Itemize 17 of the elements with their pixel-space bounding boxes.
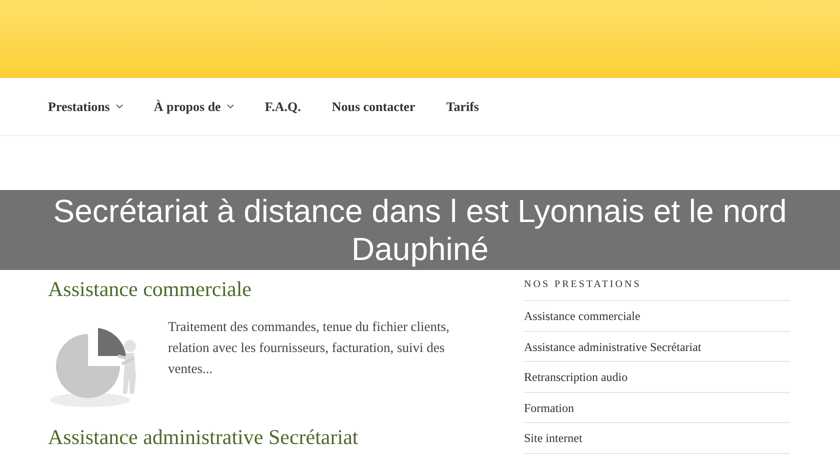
sidebar-link[interactable]: Assistance administrative Secrétariat bbox=[524, 332, 790, 362]
sidebar-link[interactable]: Site internet bbox=[524, 423, 790, 454]
nav-link[interactable]: Tarifs bbox=[446, 96, 479, 116]
post-title[interactable]: Assistance commerciale bbox=[48, 276, 468, 302]
post-title[interactable]: Assistance administrative Secrétariat bbox=[48, 425, 468, 449]
banner-title: Secrétariat à distance dans l est Lyonnais et le nord Dauphiné bbox=[52, 192, 788, 268]
chevron-down-icon bbox=[116, 104, 123, 109]
sidebar-link[interactable]: Assistance commerciale bbox=[524, 301, 790, 332]
sidebar-link[interactable]: Retranscription audio bbox=[524, 362, 790, 392]
nav-link[interactable]: Prestations bbox=[48, 96, 123, 116]
sidebar-link[interactable]: Formation bbox=[524, 392, 790, 423]
nav-link[interactable]: À propos de bbox=[154, 96, 234, 116]
sidebar-heading: NOS PRESTATIONS bbox=[524, 278, 642, 292]
nav-link[interactable]: Nous contacter bbox=[332, 96, 416, 116]
nav-link[interactable]: F.A.Q. bbox=[264, 96, 301, 116]
post-excerpt: Traitement des commandes, tenue du fichier clients, relation avec les fournisseurs, facturation, suivi des ventes... bbox=[168, 318, 450, 378]
chevron-down-icon bbox=[226, 104, 234, 109]
